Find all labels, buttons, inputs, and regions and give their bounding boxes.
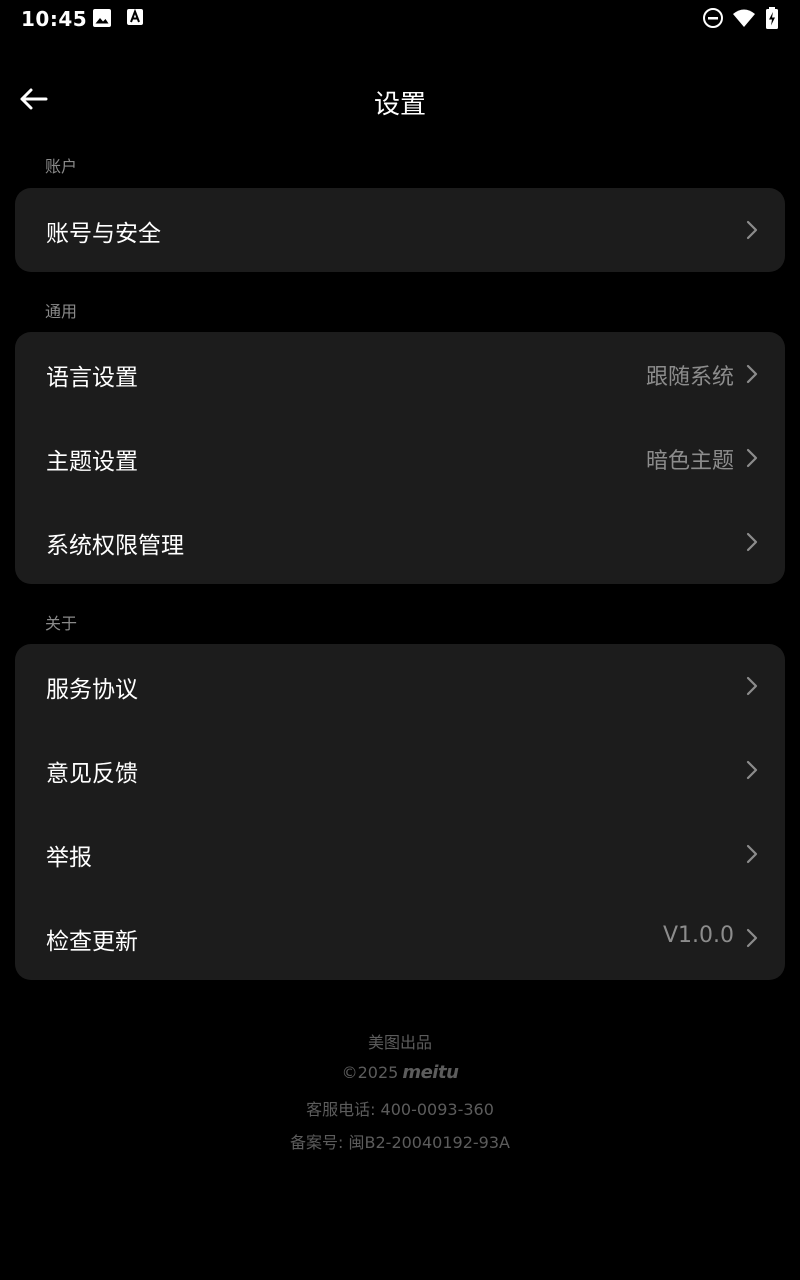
row-label: 意见反馈 bbox=[46, 761, 138, 787]
section-header-account: 账户 bbox=[45, 157, 78, 176]
settings-row-language[interactable]: 语言设置 跟随系统 bbox=[15, 332, 785, 416]
page-title: 设置 bbox=[373, 90, 426, 120]
wifi-icon bbox=[732, 7, 756, 29]
row-label: 账号与安全 bbox=[46, 221, 161, 247]
status-bar: 10:45 bbox=[0, 0, 800, 36]
section-header-general: 通用 bbox=[45, 302, 78, 321]
general-card: 语言设置 跟随系统 主题设置 暗色主题 系统权限管理 bbox=[15, 332, 785, 584]
row-label: 检查更新 bbox=[46, 929, 138, 955]
chevron-right-icon bbox=[745, 843, 759, 865]
meitu-logo: meitu bbox=[402, 1062, 459, 1083]
row-value: V1.0.0 bbox=[662, 923, 734, 948]
app-bar: 设置 bbox=[0, 66, 800, 136]
row-label: 主题设置 bbox=[46, 449, 138, 475]
row-label: 语言设置 bbox=[46, 365, 138, 391]
section-header-about: 关于 bbox=[45, 614, 78, 633]
row-label: 举报 bbox=[46, 845, 92, 871]
image-icon bbox=[92, 8, 112, 28]
footer-copyright: ©2025 meitu bbox=[0, 1062, 800, 1083]
do-not-disturb-icon bbox=[702, 7, 724, 29]
chevron-right-icon bbox=[745, 363, 759, 385]
chevron-right-icon bbox=[745, 531, 759, 553]
settings-row-report[interactable]: 举报 bbox=[15, 812, 785, 896]
account-card: 账号与安全 bbox=[15, 188, 785, 272]
footer-producer: 美图出品 bbox=[367, 1033, 432, 1052]
about-card: 服务协议 意见反馈 举报 检查更新 V1.0.0 bbox=[15, 644, 785, 980]
footer-record: 备案号: 闽B2-20040192-93A bbox=[290, 1133, 510, 1152]
settings-row-service-agreement[interactable]: 服务协议 bbox=[15, 644, 785, 728]
footer-phone: 客服电话: 400-0093-360 bbox=[306, 1100, 494, 1119]
font-download-icon bbox=[126, 8, 146, 28]
settings-row-account-security[interactable]: 账号与安全 bbox=[15, 188, 785, 272]
settings-row-theme[interactable]: 主题设置 暗色主题 bbox=[15, 416, 785, 500]
chevron-right-icon bbox=[745, 927, 759, 949]
row-value: 暗色主题 bbox=[645, 449, 734, 474]
settings-row-permissions[interactable]: 系统权限管理 bbox=[15, 500, 785, 584]
chevron-right-icon bbox=[745, 675, 759, 697]
settings-row-check-update[interactable]: 检查更新 V1.0.0 bbox=[15, 896, 785, 980]
settings-row-feedback[interactable]: 意见反馈 bbox=[15, 728, 785, 812]
chevron-right-icon bbox=[745, 447, 759, 469]
row-value: 跟随系统 bbox=[645, 365, 734, 390]
copyright-text: ©2025 bbox=[341, 1063, 399, 1082]
row-label: 系统权限管理 bbox=[46, 533, 184, 559]
status-time: 10:45 bbox=[21, 7, 88, 31]
chevron-right-icon bbox=[745, 759, 759, 781]
row-label: 服务协议 bbox=[46, 677, 138, 703]
battery-charging-icon bbox=[765, 7, 779, 29]
chevron-right-icon bbox=[745, 219, 759, 241]
